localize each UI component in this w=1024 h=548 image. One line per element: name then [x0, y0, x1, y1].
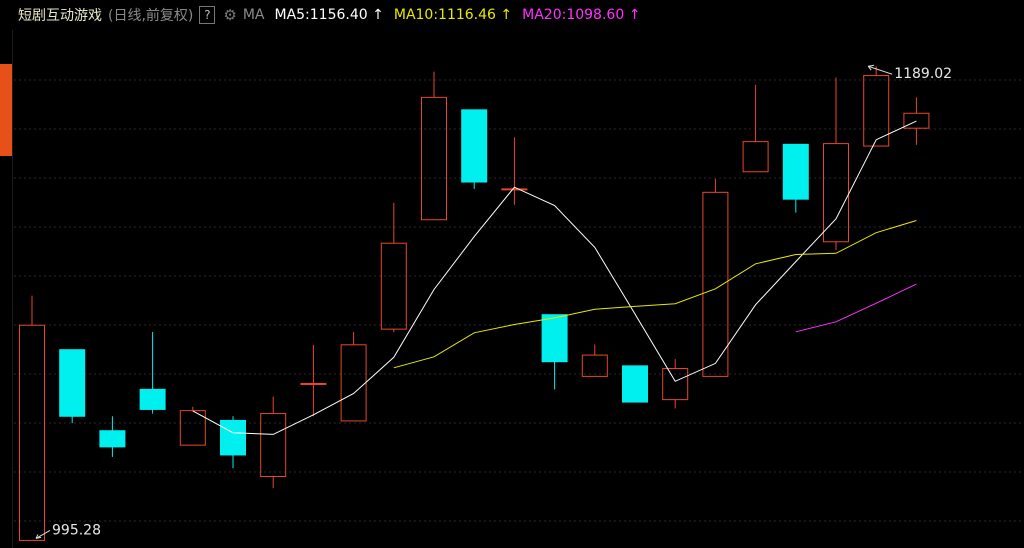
- low-price-label: 995.28: [52, 522, 101, 538]
- candle-body-down: [220, 419, 246, 456]
- candle-body-up: [702, 191, 729, 377]
- candle-body-down: [59, 349, 86, 417]
- candle-body-down: [99, 430, 126, 448]
- high-pointer: [868, 65, 893, 75]
- ma10-line: [393, 220, 917, 369]
- candle-body-up: [581, 354, 608, 377]
- ma20-line: [795, 283, 917, 333]
- high-price-label: 1189.02: [894, 66, 952, 82]
- candle-body-up: [742, 141, 769, 173]
- candle-body-up: [501, 188, 528, 191]
- plot-area[interactable]: 1189.02 995.28: [0, 0, 1024, 548]
- candle-body-up: [421, 96, 447, 221]
- candle-body-up: [662, 368, 689, 401]
- candle-body-up: [340, 344, 367, 422]
- low-pointer: [35, 529, 51, 539]
- candle-body-up: [19, 324, 45, 541]
- candle-body-down: [622, 365, 648, 403]
- candle-body-down: [139, 388, 166, 410]
- candle-body-up: [380, 242, 407, 330]
- candle-body-up: [903, 112, 930, 129]
- candle-body-up: [300, 382, 327, 385]
- candle-body-down: [461, 109, 488, 183]
- candle-body-down: [541, 314, 568, 363]
- candle-body-down: [782, 143, 809, 200]
- candlestick-chart[interactable]: 短剧互动游戏 (日线,前复权) ? ⚙ MA MA5:1156.40 ↑ MA1…: [0, 0, 1024, 548]
